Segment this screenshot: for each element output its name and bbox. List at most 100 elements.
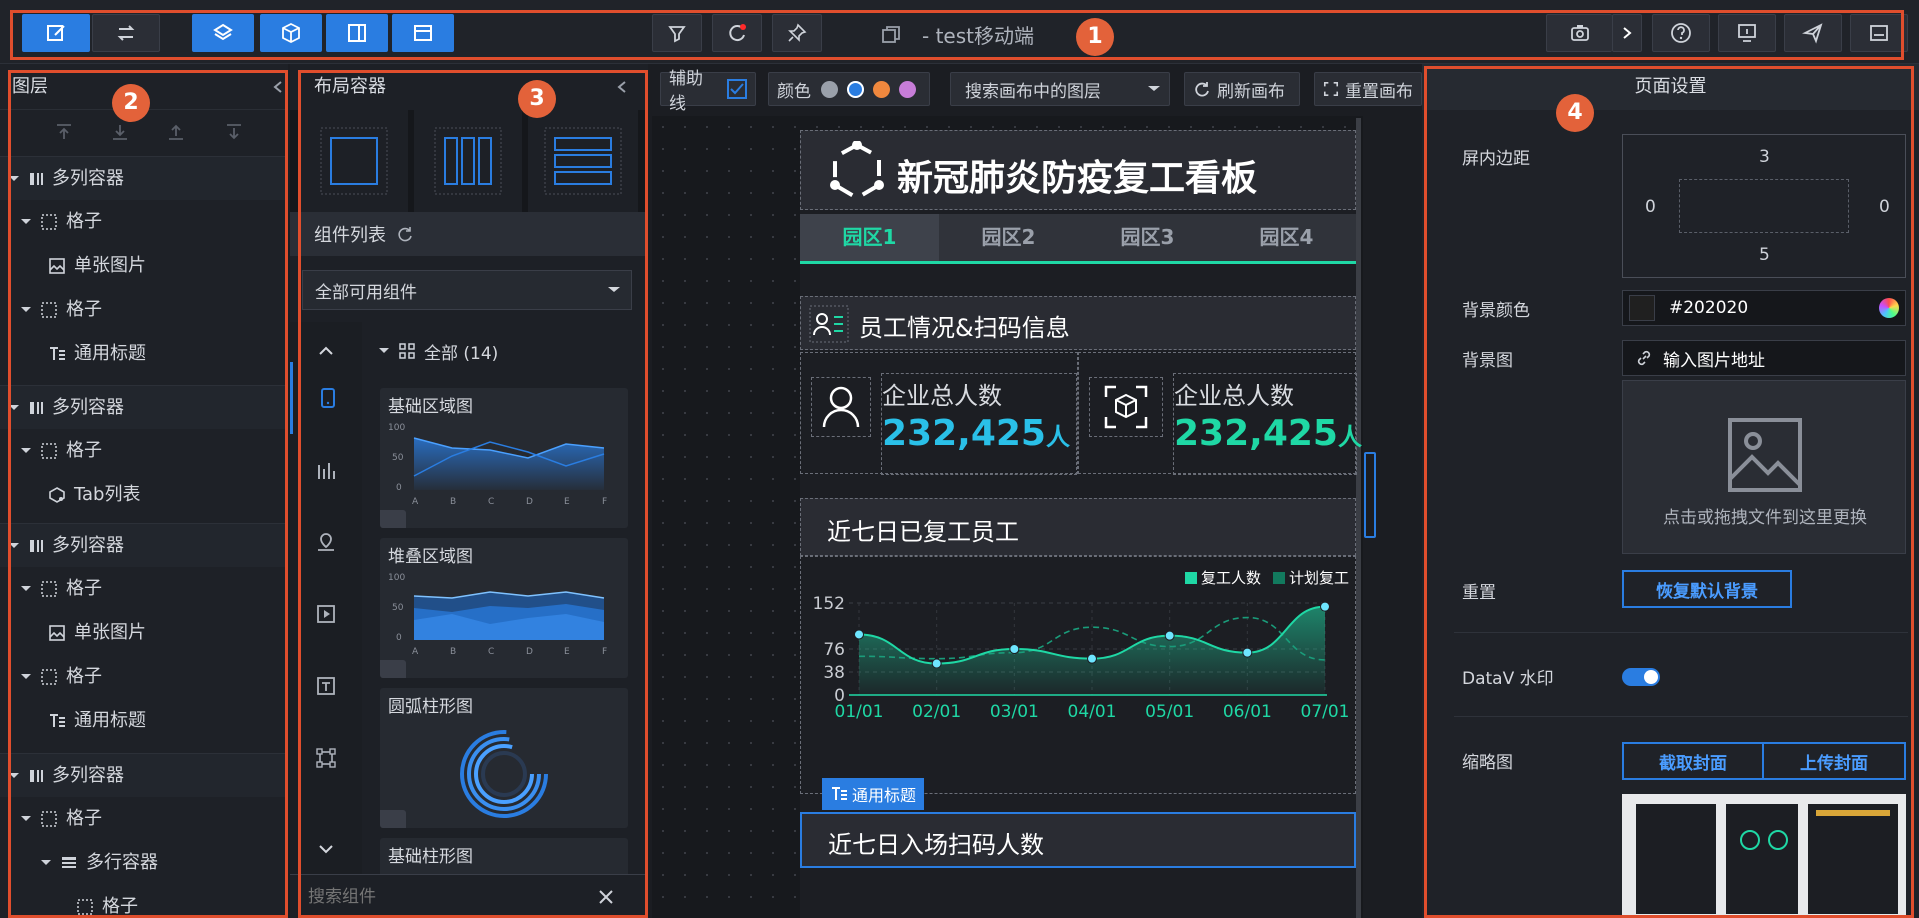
component-card-basic-bar[interactable]: 基础柱形图 xyxy=(380,838,628,874)
bg-color-input[interactable]: #202020 xyxy=(1622,290,1906,326)
chevron-down-icon[interactable] xyxy=(318,844,334,856)
color-swatch-blue[interactable] xyxy=(847,80,864,98)
canvas-scrollbar[interactable] xyxy=(1364,452,1376,538)
caret-down-icon[interactable] xyxy=(40,858,52,868)
padding-top[interactable]: 3 xyxy=(1759,147,1770,167)
component-search[interactable] xyxy=(290,874,648,918)
layer-item[interactable]: 格子 xyxy=(0,655,288,699)
move-top-icon[interactable] xyxy=(54,122,74,142)
layer-item[interactable]: 格子 xyxy=(0,567,288,611)
caret-down-icon[interactable] xyxy=(8,174,20,184)
bg-image-dropzone[interactable]: 点击或拖拽文件到这里更换 xyxy=(1622,380,1906,554)
color-swatch-purple[interactable] xyxy=(899,80,916,98)
multi-column-option[interactable] xyxy=(414,110,522,212)
move-down-icon[interactable] xyxy=(224,122,244,142)
close-icon[interactable] xyxy=(598,889,614,905)
layer-item[interactable]: 单张图片 xyxy=(0,244,288,288)
move-up-icon[interactable] xyxy=(166,122,186,142)
single-container-option[interactable] xyxy=(300,110,408,212)
padding-right[interactable]: 0 xyxy=(1879,197,1890,217)
restore-default-bg-button[interactable]: 恢复默认背景 xyxy=(1622,570,1792,608)
layer-item[interactable]: 格子 xyxy=(0,429,288,473)
caret-down-icon[interactable] xyxy=(8,771,20,781)
caret-down-icon[interactable] xyxy=(20,584,32,594)
layer-item[interactable]: 多列容器 xyxy=(0,753,288,797)
swap-button[interactable] xyxy=(92,14,160,52)
layer-item[interactable]: 通用标题 xyxy=(0,332,288,376)
tab-park-2[interactable]: 园区2 xyxy=(939,214,1078,261)
layer-item[interactable]: 多行容器 xyxy=(0,841,288,885)
general-title-tag[interactable]: 通用标题 xyxy=(822,778,925,810)
arc-bar-thumbnail xyxy=(460,730,548,818)
category-media[interactable] xyxy=(290,578,362,650)
help-button[interactable] xyxy=(1652,14,1710,52)
caret-down-icon[interactable] xyxy=(20,217,32,227)
component-search-input[interactable] xyxy=(308,886,598,907)
components-toggle-button[interactable] xyxy=(260,14,322,52)
caret-down-icon[interactable] xyxy=(8,403,20,413)
layer-search-select[interactable]: 搜索画布中的图层 xyxy=(950,72,1170,106)
layer-item[interactable]: 多列容器 xyxy=(0,156,288,200)
multi-row-option[interactable] xyxy=(528,110,638,212)
guides-toggle[interactable]: 辅助线 xyxy=(660,69,756,114)
capture-cover-button[interactable]: 截取封面 xyxy=(1622,742,1764,780)
color-swatch-gray[interactable] xyxy=(821,80,838,98)
collapse-left-icon[interactable] xyxy=(616,80,628,94)
category-text[interactable] xyxy=(290,650,362,722)
component-card-stacked-area[interactable]: 堆叠区域图 100 50 0 A B C D E F xyxy=(380,538,628,678)
section-scan-header[interactable]: 近七日入场扫码人数 xyxy=(800,812,1356,868)
layers-toggle-button[interactable] xyxy=(192,14,254,52)
checkbox-checked-icon[interactable] xyxy=(727,79,747,99)
preview-button[interactable] xyxy=(1718,14,1776,52)
layer-item[interactable]: 格子 xyxy=(0,288,288,332)
tab-park-4[interactable]: 园区4 xyxy=(1217,214,1356,261)
color-swatch-orange[interactable] xyxy=(873,80,890,98)
layer-item[interactable]: 格子 xyxy=(0,885,288,918)
refresh-button[interactable] xyxy=(712,14,762,52)
collapse-left-icon[interactable] xyxy=(272,80,284,94)
refresh-canvas-button[interactable]: 刷新画布 xyxy=(1184,72,1300,106)
layer-item[interactable]: 多列容器 xyxy=(0,523,288,567)
component-filter-select[interactable]: 全部可用组件 xyxy=(302,270,632,310)
edit-mode-button[interactable] xyxy=(22,14,90,52)
panel-toggle-button[interactable] xyxy=(392,14,454,52)
chevron-up-icon[interactable] xyxy=(318,344,334,356)
component-card-basic-area[interactable]: 基础区域图 100 50 0 A B C D E F xyxy=(380,388,628,528)
category-mobile[interactable] xyxy=(290,362,362,434)
publish-button[interactable] xyxy=(1784,14,1842,52)
tab-park-3[interactable]: 园区3 xyxy=(1078,214,1217,261)
snapshot-dropdown-button[interactable] xyxy=(1612,14,1642,52)
category-map[interactable] xyxy=(290,506,362,578)
snapshot-button[interactable] xyxy=(1546,14,1612,52)
reset-canvas-button[interactable]: 重置画布 xyxy=(1314,72,1422,106)
padding-left[interactable]: 0 xyxy=(1645,197,1656,217)
layer-item[interactable]: 多列容器 xyxy=(0,385,288,429)
bg-image-url-input[interactable]: 输入图片地址 xyxy=(1622,340,1906,376)
caret-down-icon[interactable] xyxy=(20,446,32,456)
screen-button[interactable] xyxy=(1850,14,1908,52)
sync-icon[interactable] xyxy=(396,225,414,243)
upload-cover-button[interactable]: 上传封面 xyxy=(1762,742,1906,780)
watermark-toggle[interactable] xyxy=(1622,668,1660,686)
tab-park-1[interactable]: 园区1 xyxy=(800,214,939,261)
component-group-header[interactable]: 全部 (14) xyxy=(378,334,498,368)
layer-item[interactable]: 通用标题 xyxy=(0,699,288,743)
color-wheel-icon[interactable] xyxy=(1879,298,1899,318)
move-bottom-icon[interactable] xyxy=(110,122,130,142)
caret-down-icon[interactable] xyxy=(20,814,32,824)
filter-button[interactable] xyxy=(652,14,702,52)
caret-down-icon[interactable] xyxy=(8,541,20,551)
layer-item[interactable]: 格子 xyxy=(0,797,288,841)
layer-item[interactable]: 单张图片 xyxy=(0,611,288,655)
caret-down-icon[interactable] xyxy=(20,305,32,315)
category-chart[interactable] xyxy=(290,434,362,506)
layer-item[interactable]: Tab列表 xyxy=(0,473,288,517)
caret-down-icon[interactable] xyxy=(20,672,32,682)
component-card-arc-bar[interactable]: 圆弧柱形图 xyxy=(380,688,628,828)
padding-bottom[interactable]: 5 xyxy=(1759,245,1770,265)
general-title-tag-label: 通用标题 xyxy=(852,786,917,805)
layer-item[interactable]: 格子 xyxy=(0,200,288,244)
category-shape[interactable] xyxy=(290,722,362,794)
pin-button[interactable] xyxy=(772,14,822,52)
split-toggle-button[interactable] xyxy=(326,14,388,52)
